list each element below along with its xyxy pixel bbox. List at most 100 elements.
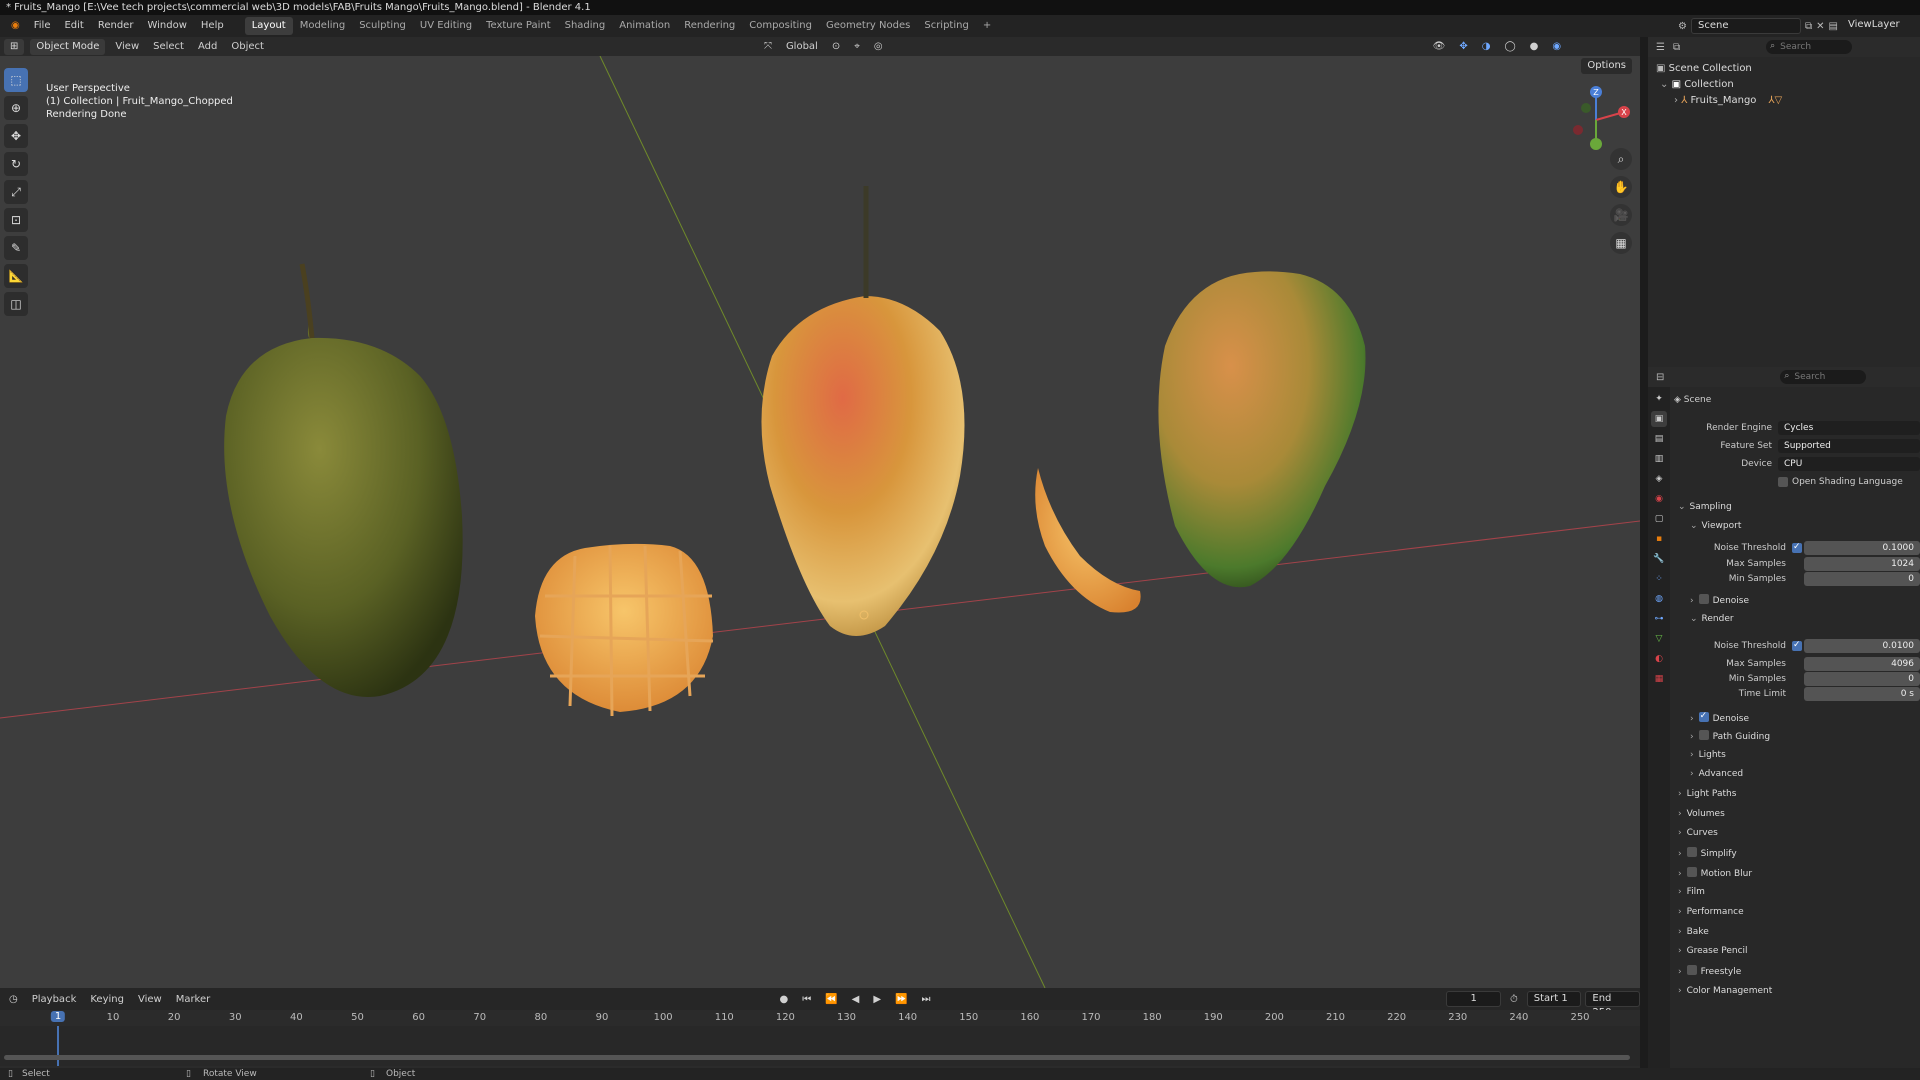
- r-denoise-checkbox[interactable]: [1698, 709, 1709, 724]
- pan-hand-icon[interactable]: ✋: [1610, 176, 1632, 198]
- editor-type-icon[interactable]: ⊞: [4, 38, 25, 55]
- menu-file[interactable]: File: [27, 15, 58, 37]
- section-advanced[interactable]: Advanced: [1690, 767, 1743, 782]
- section-motion-blur[interactable]: Motion Blur: [1678, 866, 1752, 882]
- vp-noise-checkbox[interactable]: [1792, 540, 1802, 555]
- shading-rendered-icon[interactable]: ◉: [1548, 41, 1565, 52]
- overlay-icon[interactable]: ◑: [1478, 41, 1495, 52]
- section-light-paths[interactable]: Light Paths: [1678, 787, 1737, 802]
- timeline-scrollbar[interactable]: [4, 1055, 1630, 1060]
- tab-modeling[interactable]: Modeling: [293, 17, 353, 35]
- shading-wireframe-icon[interactable]: ◯: [1500, 41, 1519, 52]
- visibility-icon[interactable]: 👁: [1429, 41, 1450, 52]
- playhead[interactable]: [57, 1026, 59, 1066]
- properties-search-input[interactable]: Search: [1780, 369, 1867, 384]
- device-dropdown[interactable]: CPU: [1778, 457, 1920, 471]
- ortho-toggle-icon[interactable]: ▦: [1610, 232, 1632, 254]
- osl-checkbox[interactable]: [1778, 477, 1788, 487]
- section-r-denoise[interactable]: Denoise: [1690, 709, 1749, 727]
- section-path-guiding[interactable]: Path Guiding: [1690, 729, 1770, 745]
- r-max-field[interactable]: 4096: [1804, 657, 1920, 671]
- section-vp-denoise[interactable]: Denoise: [1690, 593, 1749, 609]
- timeline-ruler[interactable]: 1 10 20 30 40 50 60 70 80 90 100 110 120 130 140 150 160…: [0, 1010, 1640, 1026]
- outliner-row-collection[interactable]: ⌄ ▣ Collection: [1656, 77, 1920, 93]
- transform-orientation-dropdown[interactable]: Global: [782, 41, 822, 52]
- end-frame-field[interactable]: End 250: [1585, 991, 1640, 1018]
- material-tab-icon[interactable]: ◐: [1651, 651, 1667, 667]
- tab-texture-paint[interactable]: Texture Paint: [479, 17, 558, 35]
- world-tab-icon[interactable]: ◉: [1651, 491, 1667, 507]
- timeline-editor-icon[interactable]: ◷: [4, 994, 23, 1005]
- camera-view-icon[interactable]: 🎥: [1610, 204, 1632, 226]
- render-engine-dropdown[interactable]: Cycles: [1778, 421, 1920, 435]
- r-noise-field[interactable]: 0.0100: [1804, 639, 1920, 653]
- current-frame-field[interactable]: 1: [1446, 991, 1501, 1007]
- particles-tab-icon[interactable]: ⁘: [1651, 571, 1667, 587]
- object-mode-dropdown[interactable]: Object Mode: [30, 38, 106, 55]
- viewport-menu-add[interactable]: Add: [194, 41, 221, 52]
- viewport-menu-select[interactable]: Select: [149, 41, 188, 52]
- 3d-viewport[interactable]: ⬚ ⊕ ✥ ↻ ⤢ ⊡ ✎ 📐 ◫ User Perspective (1) C…: [0, 56, 1640, 988]
- jump-end-icon[interactable]: ⏭: [917, 994, 936, 1005]
- tool-tab-icon[interactable]: ✦: [1651, 391, 1667, 407]
- outliner-row-fruits-mango[interactable]: › ⅄ Fruits_Mango ⅄▽: [1656, 93, 1920, 109]
- start-frame-field[interactable]: Start 1: [1526, 991, 1582, 1007]
- section-film[interactable]: Film: [1678, 885, 1705, 900]
- section-viewport[interactable]: Viewport: [1690, 519, 1742, 534]
- tab-animation[interactable]: Animation: [612, 17, 677, 35]
- menu-help[interactable]: Help: [194, 15, 231, 37]
- pivot-icon[interactable]: ⊙: [828, 41, 844, 52]
- tab-rendering[interactable]: Rendering: [677, 17, 742, 35]
- timeline-menu-keying[interactable]: Keying: [85, 994, 129, 1005]
- section-sampling[interactable]: Sampling: [1678, 500, 1732, 515]
- play-reverse-icon[interactable]: ◀: [847, 994, 865, 1005]
- display-mode-icon[interactable]: ⧉: [1673, 42, 1680, 53]
- tab-layout[interactable]: Layout: [244, 17, 293, 35]
- osl-row[interactable]: Open Shading Language: [1778, 475, 1920, 490]
- menu-edit[interactable]: Edit: [57, 15, 90, 37]
- tab-scripting[interactable]: Scripting: [917, 17, 975, 35]
- collection-tab-icon[interactable]: ▢: [1651, 511, 1667, 527]
- output-tab-icon[interactable]: ▤: [1651, 431, 1667, 447]
- delete-scene-icon[interactable]: ✕: [1816, 21, 1824, 32]
- preview-range-icon[interactable]: ⏱: [1505, 994, 1523, 1005]
- simplify-checkbox[interactable]: [1686, 847, 1697, 857]
- viewlayer-field[interactable]: ViewLayer: [1842, 18, 1912, 34]
- tab-uv-editing[interactable]: UV Editing: [413, 17, 479, 35]
- new-scene-icon[interactable]: ⧉: [1805, 21, 1812, 32]
- select-box-tool-icon[interactable]: ⬚: [4, 68, 28, 92]
- transform-orientation-icon[interactable]: ⤧: [760, 41, 776, 52]
- shading-solid-icon[interactable]: ●: [1526, 41, 1543, 52]
- proportional-edit-icon[interactable]: ◎: [870, 41, 887, 52]
- motion-blur-checkbox[interactable]: [1686, 867, 1697, 877]
- next-keyframe-icon[interactable]: ⏩: [890, 994, 912, 1005]
- prev-keyframe-icon[interactable]: ⏪: [820, 994, 842, 1005]
- constraints-tab-icon[interactable]: ⊶: [1651, 611, 1667, 627]
- freestyle-checkbox[interactable]: [1686, 965, 1697, 975]
- menu-render[interactable]: Render: [91, 15, 141, 37]
- play-icon[interactable]: ▶: [868, 994, 886, 1005]
- vp-noise-field[interactable]: 0.1000: [1804, 541, 1920, 555]
- modifier-tab-icon[interactable]: 🔧: [1651, 551, 1667, 567]
- gizmo-icon[interactable]: ✥: [1455, 41, 1471, 52]
- timeline-menu-view[interactable]: View: [133, 994, 167, 1005]
- move-tool-icon[interactable]: ✥: [4, 124, 28, 148]
- section-volumes[interactable]: Volumes: [1678, 807, 1725, 822]
- section-color-management[interactable]: Color Management: [1678, 984, 1773, 999]
- add-workspace-icon[interactable]: +: [976, 17, 998, 35]
- texture-tab-icon[interactable]: ▦: [1651, 671, 1667, 687]
- section-grease-pencil[interactable]: Grease Pencil: [1678, 944, 1748, 959]
- vp-denoise-checkbox[interactable]: [1698, 594, 1709, 604]
- expand-open-icon[interactable]: ⌄: [1660, 79, 1672, 90]
- tab-shading[interactable]: Shading: [558, 17, 613, 35]
- measure-tool-icon[interactable]: 📐: [4, 264, 28, 288]
- scale-tool-icon[interactable]: ⤢: [4, 180, 28, 204]
- r-time-field[interactable]: 0 s: [1804, 687, 1920, 701]
- tab-geometry-nodes[interactable]: Geometry Nodes: [819, 17, 917, 35]
- tab-sculpting[interactable]: Sculpting: [352, 17, 413, 35]
- options-dropdown[interactable]: Options: [1581, 58, 1632, 74]
- section-curves[interactable]: Curves: [1678, 826, 1718, 841]
- section-simplify[interactable]: Simplify: [1678, 846, 1737, 862]
- outliner-search-input[interactable]: Search: [1766, 39, 1853, 54]
- scene-field[interactable]: Scene: [1691, 18, 1802, 34]
